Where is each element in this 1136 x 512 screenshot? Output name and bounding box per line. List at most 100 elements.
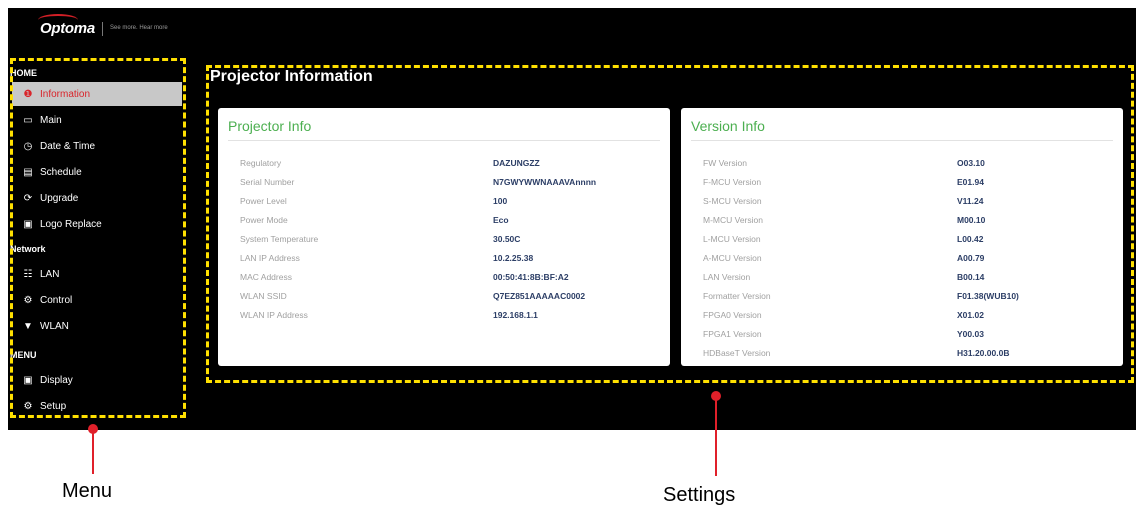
sidebar-item-schedule[interactable]: ▤ Schedule [12,160,182,184]
gears-icon: ⚙ [23,294,33,306]
info-row: System Temperature 30.50C [218,234,670,252]
sidebar-item-label: Control [40,294,73,306]
info-row: LAN IP Address 10.2.25.38 [218,253,670,271]
sidebar-item-label: WLAN [40,320,69,332]
row-label: MAC Address [240,272,292,282]
row-label: Regulatory [240,158,282,168]
sidebar-item-display[interactable]: ▣ Display [12,368,182,392]
info-row: Power Level 100 [218,196,670,214]
info-row: Serial Number N7GWYWWNAAAVAnnnn [218,177,670,195]
row-label: WLAN IP Address [240,310,308,320]
row-value: V11.24 [957,196,984,206]
row-label: Serial Number [240,177,295,187]
row-label: Power Level [240,196,287,206]
version-info-panel: Version Info FW Version O03.10 F-MCU Vers… [681,108,1123,366]
row-label: A-MCU Version [703,253,762,263]
row-value: Eco [493,215,509,225]
version-row: M-MCU Version M00.10 [681,215,1123,233]
row-label: WLAN SSID [240,291,287,301]
version-row: F-MCU Version E01.94 [681,177,1123,195]
row-value: Q7EZ851AAAAAC0002 [493,291,586,301]
row-value: O03.10 [957,158,985,168]
row-label: FPGA1 Version [703,329,762,339]
row-label: Power Mode [240,215,288,225]
monitor-icon: ▭ [23,114,33,126]
network-icon: ☷ [23,268,33,280]
row-label: Formatter Version [703,291,771,301]
row-label: LAN Version [703,272,751,282]
sidebar-item-label: Logo Replace [40,218,102,230]
sidebar-item-label: Date & Time [40,140,96,152]
version-row: FW Version O03.10 [681,158,1123,176]
calendar-icon: ▤ [23,166,33,178]
section-home: HOME [10,68,37,78]
sidebar-item-information[interactable]: ❶ Information [12,82,182,106]
row-value: M00.10 [957,215,986,225]
version-row: FPGA1 Version Y00.03 [681,329,1123,347]
wifi-icon: ▼ [23,320,33,332]
refresh-icon: ⟳ [23,192,33,204]
row-label: S-MCU Version [703,196,762,206]
row-label: FPGA0 Version [703,310,762,320]
sidebar-item-label: Information [40,88,91,100]
sidebar-item-main[interactable]: ▭ Main [12,108,182,132]
row-label: L-MCU Version [703,234,761,244]
info-row: Regulatory DAZUNGZZ [218,158,670,176]
version-row: FPGA0 Version X01.02 [681,310,1123,328]
row-value: 30.50C [493,234,521,244]
sidebar-item-lan[interactable]: ☷ LAN [12,262,182,286]
sidebar-item-logo-replace[interactable]: ▣ Logo Replace [12,212,182,236]
sidebar-item-control[interactable]: ⚙ Control [12,288,182,312]
menu-callout-label: Menu [62,480,113,502]
sidebar-item-wlan[interactable]: ▼ WLAN [12,314,182,338]
row-value: B00.14 [957,272,985,282]
row-label: M-MCU Version [703,215,763,225]
row-value: L00.42 [957,234,984,244]
brand-logo[interactable]: Optoma [40,20,95,37]
brand-tagline: See more. Hear more [110,25,168,31]
settings-callout-line [715,400,717,476]
row-value: X01.02 [957,310,984,320]
version-row: HDBaseT Version H31.20.00.0B [681,348,1123,366]
row-label: LAN IP Address [240,253,300,263]
sidebar-item-label: Main [40,114,62,126]
row-value: 10.2.25.38 [493,253,534,263]
sidebar-item-label: Schedule [40,166,82,178]
version-row: LAN Version B00.14 [681,272,1123,290]
sidebar-item-date-time[interactable]: ◷ Date & Time [12,134,182,158]
info-row: Power Mode Eco [218,215,670,233]
menu-callout-line [92,432,94,474]
projector-info-panel: Projector Info Regulatory DAZUNGZZ Serial… [218,108,670,366]
panel-title: Version Info [691,118,765,134]
info-row: MAC Address 00:50:41:8B:BF:A2 [218,272,670,290]
logo-divider [102,22,103,36]
section-network: Network [10,244,46,254]
row-value: 192.168.1.1 [493,310,538,320]
row-label: HDBaseT Version [703,348,771,358]
settings-callout-label: Settings [663,484,736,506]
row-value: N7GWYWWNAAAVAnnnn [493,177,597,187]
version-row: S-MCU Version V11.24 [681,196,1123,214]
info-row: WLAN IP Address 192.168.1.1 [218,310,670,328]
image-icon: ▣ [23,218,33,230]
info-icon: ❶ [23,88,33,100]
gears-icon: ⚙ [23,400,33,412]
sidebar-item-upgrade[interactable]: ⟳ Upgrade [12,186,182,210]
sidebar-item-label: Setup [40,400,67,412]
page-title: Projector Information [210,68,373,85]
row-value: F01.38(WUB10) [957,291,1019,301]
sidebar-item-label: LAN [40,268,60,280]
sidebar-menu: HOME ❶ Information ▭ Main ◷ Date & Time … [8,58,184,422]
panel-divider [691,140,1113,141]
version-row: A-MCU Version A00.79 [681,253,1123,271]
row-label: FW Version [703,158,747,168]
row-value: A00.79 [957,253,985,263]
sidebar-item-label: Upgrade [40,192,79,204]
row-value: E01.94 [957,177,984,187]
row-value: Y00.03 [957,329,984,339]
version-row: L-MCU Version L00.42 [681,234,1123,252]
image-icon: ▣ [23,374,33,386]
sidebar-item-setup[interactable]: ⚙ Setup [12,394,182,418]
row-value: 00:50:41:8B:BF:A2 [493,272,569,282]
row-label: F-MCU Version [703,177,762,187]
